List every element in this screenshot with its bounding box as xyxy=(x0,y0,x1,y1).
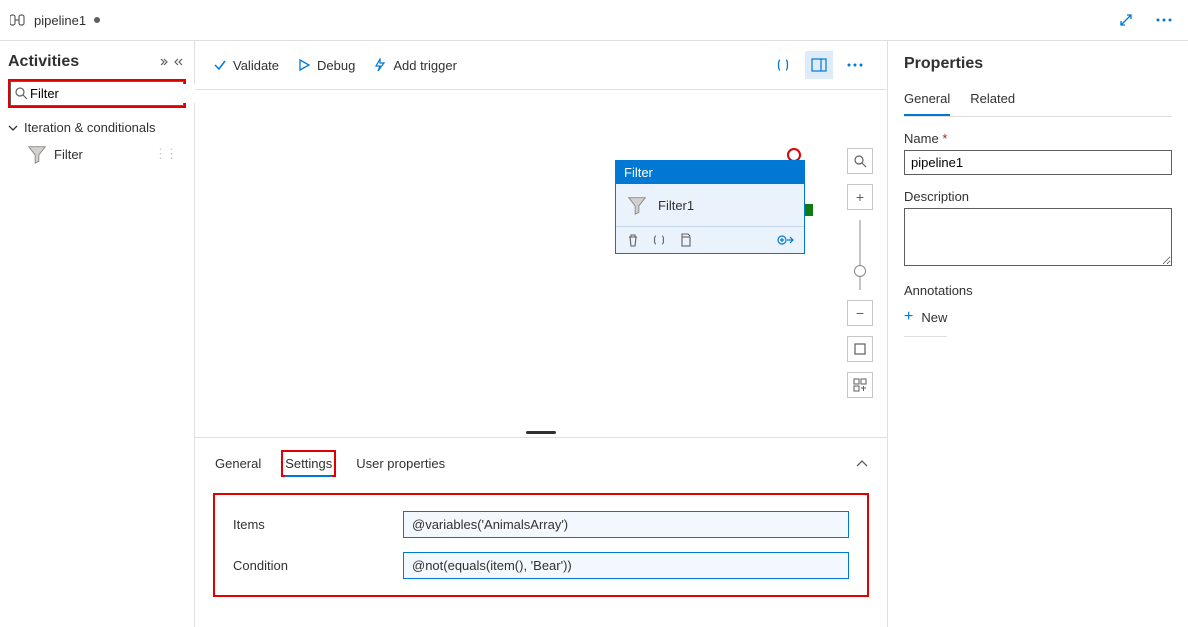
unsaved-indicator-icon xyxy=(94,17,100,23)
search-icon xyxy=(15,87,28,100)
properties-panel: Properties General Related Name * Descri… xyxy=(888,41,1188,627)
collapse-panel-icon[interactable] xyxy=(855,459,869,469)
add-annotation-button[interactable]: + New xyxy=(904,302,947,337)
condition-label: Condition xyxy=(233,558,383,573)
annotations-label: Annotations xyxy=(904,283,1172,298)
items-input[interactable] xyxy=(403,511,849,538)
activities-title: Activities xyxy=(8,53,79,71)
items-label: Items xyxy=(233,517,383,532)
filter-node[interactable]: Filter Filter1 xyxy=(615,160,805,254)
props-tab-related[interactable]: Related xyxy=(970,87,1015,116)
canvas-toolbar: Validate Debug Add trigger xyxy=(195,41,887,90)
drag-handle-icon[interactable]: ⋮⋮ xyxy=(154,146,176,162)
play-icon xyxy=(297,58,311,72)
node-header: Filter xyxy=(616,161,804,184)
success-output-handle[interactable] xyxy=(805,204,813,216)
activity-group-label: Iteration & conditionals xyxy=(24,120,156,135)
zoom-slider[interactable] xyxy=(859,220,861,290)
debug-button[interactable]: Debug xyxy=(297,58,355,73)
activity-item-label: Filter xyxy=(54,147,83,162)
pipeline-icon xyxy=(10,13,26,27)
activity-item-filter[interactable]: Filter ⋮⋮ xyxy=(8,139,186,169)
trigger-icon xyxy=(373,58,387,72)
plus-icon: + xyxy=(904,308,913,326)
expand-icon[interactable] xyxy=(1112,6,1140,34)
more-icon[interactable] xyxy=(1150,6,1178,34)
activities-sidebar: Activities Iteration & conditionals xyxy=(0,41,195,627)
check-icon xyxy=(213,58,227,72)
activity-group-iteration[interactable]: Iteration & conditionals xyxy=(8,116,186,139)
pipeline-canvas[interactable]: Filter Filter1 xyxy=(195,90,887,431)
name-label: Name * xyxy=(904,131,1172,146)
auto-align-button[interactable] xyxy=(847,372,873,398)
filter-icon xyxy=(626,194,648,216)
canvas-search-button[interactable] xyxy=(847,148,873,174)
activity-settings-panel: General Settings User properties Items C… xyxy=(195,437,887,627)
tab-user-properties[interactable]: User properties xyxy=(354,452,447,475)
description-label: Description xyxy=(904,189,1172,204)
node-name: Filter1 xyxy=(658,198,694,213)
tab-general[interactable]: General xyxy=(213,452,263,475)
collapse-sidebar-icon[interactable] xyxy=(160,56,186,68)
copy-icon[interactable] xyxy=(678,233,692,247)
properties-title: Properties xyxy=(904,55,1172,73)
expand-node-icon[interactable] xyxy=(776,233,794,247)
activities-search-input[interactable] xyxy=(28,84,208,103)
add-trigger-button[interactable]: Add trigger xyxy=(373,58,457,73)
code-icon[interactable] xyxy=(652,233,666,247)
props-tab-general[interactable]: General xyxy=(904,87,950,116)
toolbar-more-icon[interactable] xyxy=(841,51,869,79)
delete-icon[interactable] xyxy=(626,233,640,247)
zoom-in-button[interactable]: + xyxy=(847,184,873,210)
pipeline-tab[interactable]: pipeline1 xyxy=(0,0,1188,41)
pipeline-name-input[interactable] xyxy=(904,150,1172,175)
fit-to-screen-button[interactable] xyxy=(847,336,873,362)
zoom-out-button[interactable]: − xyxy=(847,300,873,326)
chevron-down-icon xyxy=(8,123,18,133)
activities-search[interactable] xyxy=(10,81,184,106)
tab-settings[interactable]: Settings xyxy=(281,450,336,477)
filter-icon xyxy=(26,143,48,165)
description-textarea[interactable] xyxy=(904,208,1172,266)
validate-button[interactable]: Validate xyxy=(213,58,279,73)
pipeline-tab-title: pipeline1 xyxy=(34,13,86,28)
condition-input[interactable] xyxy=(403,552,849,579)
code-view-icon[interactable] xyxy=(769,51,797,79)
properties-panel-icon[interactable] xyxy=(805,51,833,79)
